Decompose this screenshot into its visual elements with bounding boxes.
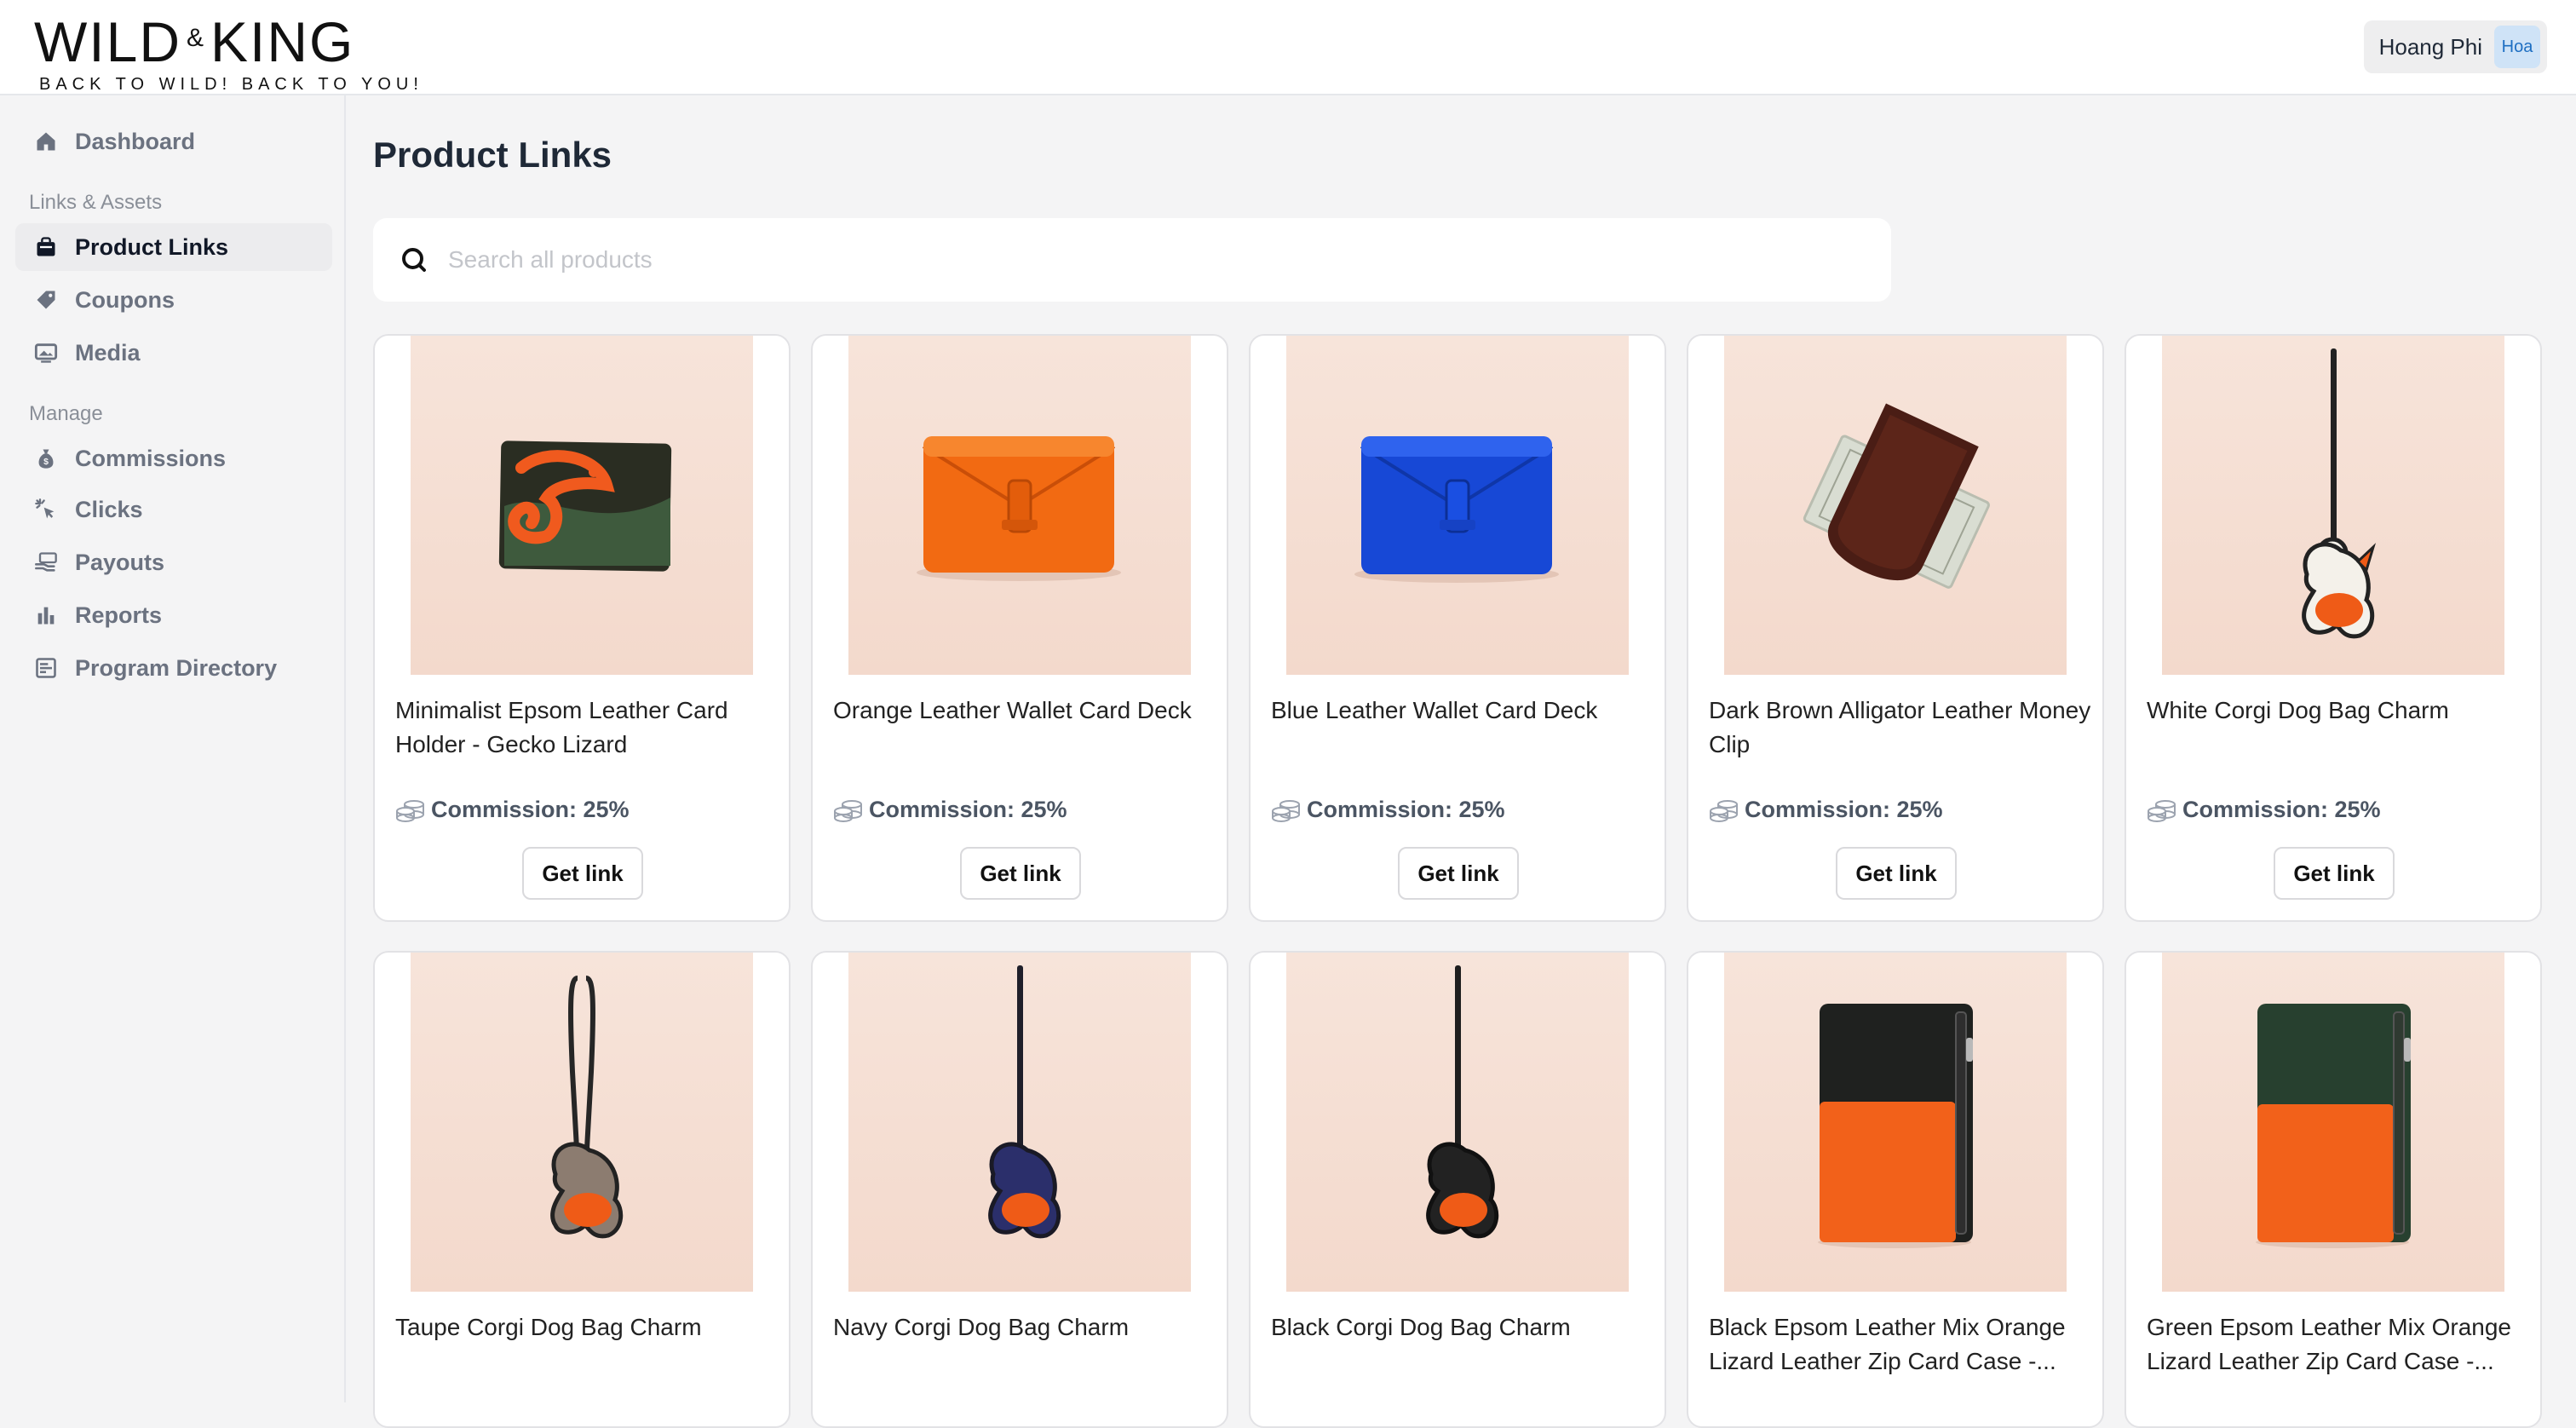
product-title[interactable]: Black Epsom Leather Mix Orange Lizard Le… xyxy=(1709,1310,2092,1379)
sidebar-item-reports[interactable]: Reports xyxy=(15,591,332,639)
directory-icon xyxy=(36,658,56,678)
product-title[interactable]: Taupe Corgi Dog Bag Charm xyxy=(395,1310,779,1345)
coins-icon xyxy=(1272,800,1300,822)
commission-value: Commission: 25% xyxy=(431,796,630,822)
coins-icon xyxy=(1710,800,1738,822)
get-link-button[interactable]: Get link xyxy=(1398,847,1519,900)
product-card[interactable]: Black Epsom Leather Mix Orange Lizard Le… xyxy=(1687,951,2104,1428)
product-title[interactable]: Orange Leather Wallet Card Deck xyxy=(833,694,1216,728)
avatar: Hoa xyxy=(2494,26,2540,68)
coins-icon xyxy=(396,800,424,822)
user-menu[interactable]: Hoang Phi Hoa xyxy=(2363,20,2547,73)
commission-value: Commission: 25% xyxy=(869,796,1067,822)
product-image[interactable] xyxy=(2162,953,2504,1292)
product-card[interactable]: Taupe Corgi Dog Bag Charm xyxy=(373,951,791,1428)
product-title[interactable]: Minimalist Epsom Leather Card Holder - G… xyxy=(395,694,779,762)
commission-label: Commission: 25% xyxy=(395,796,630,823)
product-image[interactable] xyxy=(1286,336,1629,675)
product-card[interactable]: Blue Leather Wallet Card Deck Commission… xyxy=(1249,334,1666,922)
product-image[interactable] xyxy=(848,953,1191,1292)
logo-word-right: KING xyxy=(210,10,355,73)
sidebar-item-media[interactable]: Media xyxy=(15,329,332,377)
product-card[interactable]: Black Corgi Dog Bag Charm xyxy=(1249,951,1666,1428)
svg-text:$: $ xyxy=(43,457,49,467)
commission-value: Commission: 25% xyxy=(2182,796,2381,822)
bag-icon xyxy=(37,237,55,256)
top-bar: WILD &KING BACK TO WILD! BACK TO YOU! Hoa… xyxy=(0,0,2576,95)
cursor-click-icon xyxy=(35,498,55,519)
commission-value: Commission: 25% xyxy=(1307,796,1505,822)
product-image[interactable] xyxy=(848,336,1191,675)
sidebar-item-commissions[interactable]: $ Commissions xyxy=(15,435,332,482)
sidebar-item-label: Payouts xyxy=(75,549,165,575)
sidebar-item-coupons[interactable]: Coupons xyxy=(15,276,332,324)
product-image[interactable] xyxy=(411,953,753,1292)
product-title[interactable]: White Corgi Dog Bag Charm xyxy=(2147,694,2530,728)
sidebar-section-manage: Manage xyxy=(29,402,103,425)
sidebar-item-label: Dashboard xyxy=(75,128,196,154)
user-name: Hoang Phi xyxy=(2378,33,2482,60)
cash-hand-icon xyxy=(35,552,57,572)
product-title[interactable]: Green Epsom Leather Mix Orange Lizard Le… xyxy=(2147,1310,2530,1379)
sidebar-item-label: Media xyxy=(75,339,141,366)
product-card[interactable]: White Corgi Dog Bag Charm Commission: 25… xyxy=(2125,334,2542,922)
money-bag-icon: $ xyxy=(38,449,54,469)
search-icon xyxy=(402,248,426,272)
bar-chart-icon xyxy=(37,607,55,625)
logo-word-left: WILD xyxy=(34,10,181,73)
product-image[interactable] xyxy=(411,336,753,675)
image-icon xyxy=(34,343,58,363)
get-link-button[interactable]: Get link xyxy=(1836,847,1957,900)
sidebar-item-product-links[interactable]: Product Links xyxy=(15,223,332,271)
product-card[interactable]: Minimalist Epsom Leather Card Holder - G… xyxy=(373,334,791,922)
coins-icon xyxy=(2148,800,2176,822)
commission-label: Commission: 25% xyxy=(2147,796,2381,823)
product-card[interactable]: Navy Corgi Dog Bag Charm xyxy=(811,951,1228,1428)
product-image[interactable] xyxy=(1724,953,2067,1292)
sidebar-item-dashboard[interactable]: Dashboard xyxy=(15,118,332,165)
page-title: Product Links xyxy=(373,135,612,175)
product-title[interactable]: Blue Leather Wallet Card Deck xyxy=(1271,694,1654,728)
commission-label: Commission: 25% xyxy=(1271,796,1505,823)
get-link-button[interactable]: Get link xyxy=(2274,847,2395,900)
sidebar-item-label: Commissions xyxy=(75,445,227,471)
coins-icon xyxy=(834,800,862,822)
sidebar-item-program-directory[interactable]: Program Directory xyxy=(15,644,332,692)
product-image[interactable] xyxy=(1286,953,1629,1292)
home-icon xyxy=(37,132,55,151)
sidebar-item-label: Program Directory xyxy=(75,654,278,681)
get-link-button[interactable]: Get link xyxy=(960,847,1081,900)
product-card[interactable]: Orange Leather Wallet Card Deck Commissi… xyxy=(811,334,1228,922)
search-input[interactable] xyxy=(448,246,1811,274)
product-image[interactable] xyxy=(2162,336,2504,675)
sidebar-item-clicks[interactable]: Clicks xyxy=(15,486,332,533)
logo-tagline: BACK TO WILD! BACK TO YOU! xyxy=(39,75,423,94)
tag-icon xyxy=(37,291,55,309)
product-title[interactable]: Black Corgi Dog Bag Charm xyxy=(1271,1310,1654,1345)
sidebar-section-links: Links & Assets xyxy=(29,191,163,214)
product-title[interactable]: Navy Corgi Dog Bag Charm xyxy=(833,1310,1216,1345)
sidebar-item-label: Clicks xyxy=(75,496,143,522)
sidebar: Dashboard Links & Assets Product Links C… xyxy=(0,95,346,1402)
brand-logo[interactable]: WILD &KING BACK TO WILD! BACK TO YOU! xyxy=(34,10,418,94)
main-content: Product Links Minimalist Epsom Leather C… xyxy=(348,95,2576,1428)
product-card[interactable]: Green Epsom Leather Mix Orange Lizard Le… xyxy=(2125,951,2542,1428)
commission-label: Commission: 25% xyxy=(1709,796,1943,823)
sidebar-item-label: Product Links xyxy=(75,233,229,260)
sidebar-item-label: Coupons xyxy=(75,286,175,313)
commission-label: Commission: 25% xyxy=(833,796,1067,823)
sidebar-item-payouts[interactable]: Payouts xyxy=(15,538,332,586)
search-bar[interactable] xyxy=(373,218,1891,302)
logo-ampersand: & xyxy=(187,24,206,52)
commission-value: Commission: 25% xyxy=(1745,796,1943,822)
product-title[interactable]: Dark Brown Alligator Leather Money Clip xyxy=(1709,694,2092,762)
get-link-button[interactable]: Get link xyxy=(522,847,643,900)
product-image[interactable] xyxy=(1724,336,2067,675)
sidebar-item-label: Reports xyxy=(75,602,163,628)
product-card[interactable]: Dark Brown Alligator Leather Money Clip … xyxy=(1687,334,2104,922)
